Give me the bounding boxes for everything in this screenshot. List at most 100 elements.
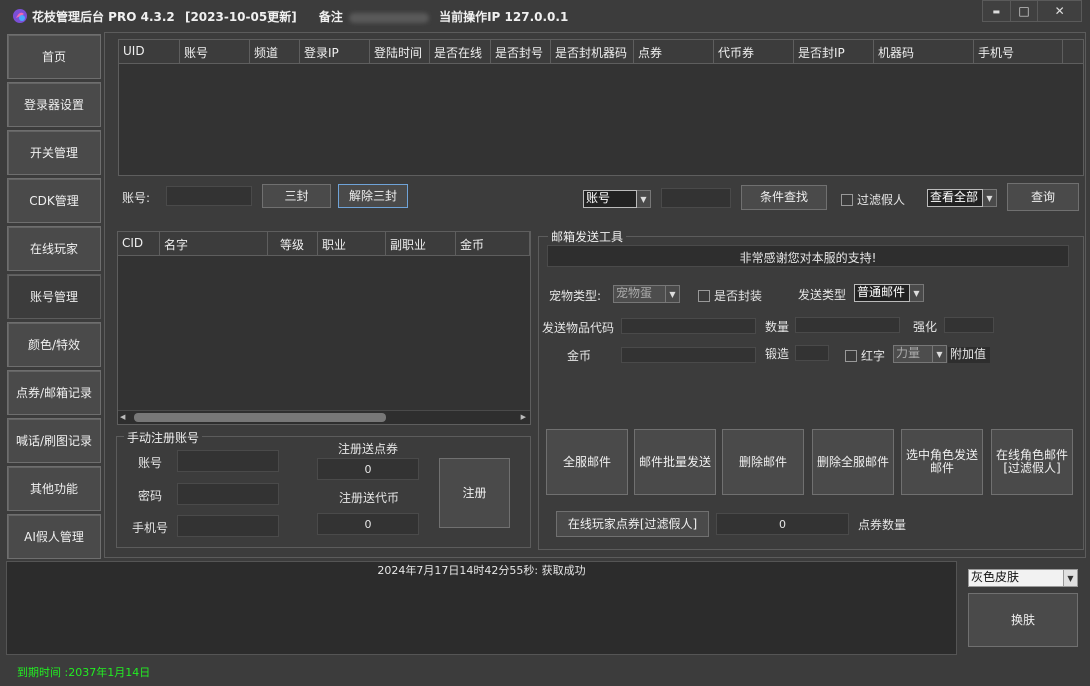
- sidebar-item-color-effects[interactable]: 颜色/特效: [7, 322, 101, 367]
- sidebar-item-account-management[interactable]: 账号管理: [7, 274, 101, 319]
- col-points[interactable]: 点券: [634, 40, 714, 63]
- character-table-header: CID 名字 等级 职业 副职业 金币: [118, 232, 530, 256]
- redacted-note: [348, 12, 429, 23]
- filter-fake-label: 过滤假人: [857, 193, 906, 207]
- chevron-down-icon: ▼: [1064, 569, 1078, 587]
- red-text-checkbox[interactable]: 红字: [845, 347, 885, 364]
- send-type-select[interactable]: 普通邮件 ▼: [854, 284, 924, 302]
- sealed-checkbox[interactable]: 是否封装: [698, 287, 762, 304]
- col-channel[interactable]: 频道: [250, 40, 300, 63]
- sidebar-item-ai-bots[interactable]: AI假人管理: [7, 514, 101, 559]
- online-role-mail-button[interactable]: 在线角色邮件[过滤假人]: [991, 429, 1073, 495]
- reg-account-label: 账号: [138, 456, 163, 470]
- sidebar-item-home[interactable]: 首页: [7, 34, 101, 79]
- col-cid[interactable]: CID: [118, 232, 160, 255]
- enhance-input[interactable]: [944, 317, 994, 333]
- sidebar-item-cdk-management[interactable]: CDK管理: [7, 178, 101, 223]
- gold-input[interactable]: [621, 347, 756, 363]
- unban-all-button[interactable]: 解除三封: [338, 184, 408, 208]
- mail-banner: 非常感谢您对本服的支持!: [547, 245, 1069, 267]
- col-banned[interactable]: 是否封号: [491, 40, 551, 63]
- send-selected-role-mail-button[interactable]: 选中角色发送邮件: [901, 429, 983, 495]
- chevron-down-icon: ▼: [910, 284, 924, 302]
- sidebar: 首页 登录器设置 开关管理 CDK管理 在线玩家 账号管理 颜色/特效 点券/邮…: [4, 32, 102, 559]
- sidebar-item-switch-management[interactable]: 开关管理: [7, 130, 101, 175]
- ban-all-button[interactable]: 三封: [262, 184, 331, 208]
- account-table-header: UID 账号 频道 登录IP 登陆时间 是否在线 是否封号 是否封机器码 点券 …: [119, 40, 1083, 64]
- note-label: 备注: [318, 10, 343, 24]
- item-code-input[interactable]: [621, 318, 756, 334]
- account-label: 账号:: [122, 191, 151, 205]
- pet-type-select[interactable]: 宠物蛋 ▼: [613, 285, 680, 303]
- change-skin-button[interactable]: 换肤: [968, 593, 1078, 647]
- query-button[interactable]: 查询: [1007, 183, 1079, 211]
- delete-mail-button[interactable]: 删除邮件: [722, 429, 804, 495]
- minimize-button[interactable]: ▬: [983, 1, 1011, 21]
- bonus-coins-label: 注册送代币: [339, 491, 400, 505]
- skin-select[interactable]: 灰色皮肤 ▼: [968, 569, 1078, 587]
- col-account[interactable]: 账号: [180, 40, 250, 63]
- points-amount-input[interactable]: 0: [716, 513, 849, 535]
- quantity-input[interactable]: [795, 317, 900, 333]
- app-logo-icon: [13, 9, 27, 23]
- col-phone[interactable]: 手机号: [974, 40, 1063, 63]
- filter-fake-checkbox[interactable]: 过滤假人: [841, 191, 905, 208]
- bonus-points-input[interactable]: 0: [317, 458, 419, 480]
- reg-phone-input[interactable]: [177, 515, 279, 537]
- scroll-left-icon[interactable]: ◀: [120, 413, 125, 421]
- sidebar-item-chat-dungeon-log[interactable]: 喊话/刷图记录: [7, 418, 101, 463]
- manual-register-title: 手动注册账号: [124, 429, 203, 446]
- col-login-time[interactable]: 登陆时间: [370, 40, 430, 63]
- account-table[interactable]: UID 账号 频道 登录IP 登陆时间 是否在线 是否封号 是否封机器码 点券 …: [118, 39, 1084, 176]
- register-button[interactable]: 注册: [439, 458, 510, 528]
- scroll-right-icon[interactable]: ▶: [521, 413, 526, 421]
- pet-type-label: 宠物类型:: [549, 289, 602, 303]
- col-online[interactable]: 是否在线: [430, 40, 491, 63]
- sidebar-item-launcher-settings[interactable]: 登录器设置: [7, 82, 101, 127]
- online-points-button[interactable]: 在线玩家点券[过滤假人]: [556, 511, 709, 537]
- forge-input[interactable]: [795, 345, 829, 361]
- server-mail-button[interactable]: 全服邮件: [546, 429, 628, 495]
- delete-server-mail-button[interactable]: 删除全服邮件: [812, 429, 894, 495]
- send-type-label: 发送类型: [798, 288, 847, 302]
- close-button[interactable]: ✕: [1038, 1, 1081, 21]
- reg-account-input[interactable]: [177, 450, 279, 472]
- col-login-ip[interactable]: 登录IP: [300, 40, 370, 63]
- col-ip-banned[interactable]: 是否封IP: [794, 40, 874, 63]
- reg-password-input[interactable]: [177, 483, 279, 505]
- character-table[interactable]: CID 名字 等级 职业 副职业 金币 ◀ ▶: [117, 231, 531, 425]
- title-bar: 花枝管理后台 PRO 4.3.2 [2023-10-05更新] 备注 当前操作I…: [0, 0, 1090, 32]
- account-input[interactable]: [166, 186, 252, 206]
- batch-mail-button[interactable]: 邮件批量发送: [634, 429, 716, 495]
- condition-search-button[interactable]: 条件查找: [741, 185, 827, 210]
- filter-field-select[interactable]: 账号 ▼: [583, 190, 651, 208]
- maximize-button[interactable]: □: [1011, 1, 1039, 21]
- skin-value: 灰色皮肤: [968, 569, 1064, 587]
- bonus-coins-input[interactable]: 0: [317, 513, 419, 535]
- col-sub-job[interactable]: 副职业: [386, 232, 456, 255]
- col-gold[interactable]: 金币: [456, 232, 530, 255]
- view-scope-select[interactable]: 查看全部 ▼: [927, 189, 997, 207]
- stat-type-select[interactable]: 力量 ▼: [893, 345, 947, 363]
- app-name: 花枝管理后台 PRO 4.3.2: [32, 10, 175, 24]
- col-tokens[interactable]: 代币券: [714, 40, 794, 63]
- reg-phone-label: 手机号: [132, 521, 169, 535]
- scrollbar-thumb[interactable]: [134, 413, 386, 422]
- sidebar-item-online-players[interactable]: 在线玩家: [7, 226, 101, 271]
- filter-value-input[interactable]: [661, 188, 731, 208]
- chevron-down-icon: ▼: [637, 190, 651, 208]
- col-level[interactable]: 等级: [268, 232, 318, 255]
- horizontal-scrollbar[interactable]: ◀ ▶: [118, 410, 530, 424]
- window-controls: ▬ □ ✕: [982, 0, 1082, 22]
- chevron-down-icon: ▼: [983, 189, 997, 207]
- col-machine-banned[interactable]: 是否封机器码: [551, 40, 634, 63]
- sidebar-item-other-functions[interactable]: 其他功能: [7, 466, 101, 511]
- stat-type-value: 力量: [893, 345, 933, 363]
- sidebar-item-points-mail-log[interactable]: 点券/邮箱记录: [7, 370, 101, 415]
- send-type-value: 普通邮件: [854, 284, 910, 302]
- col-machine-code[interactable]: 机器码: [874, 40, 974, 63]
- quantity-label: 数量: [765, 320, 790, 334]
- col-job[interactable]: 职业: [318, 232, 386, 255]
- col-name[interactable]: 名字: [160, 232, 268, 255]
- col-uid[interactable]: UID: [119, 40, 180, 63]
